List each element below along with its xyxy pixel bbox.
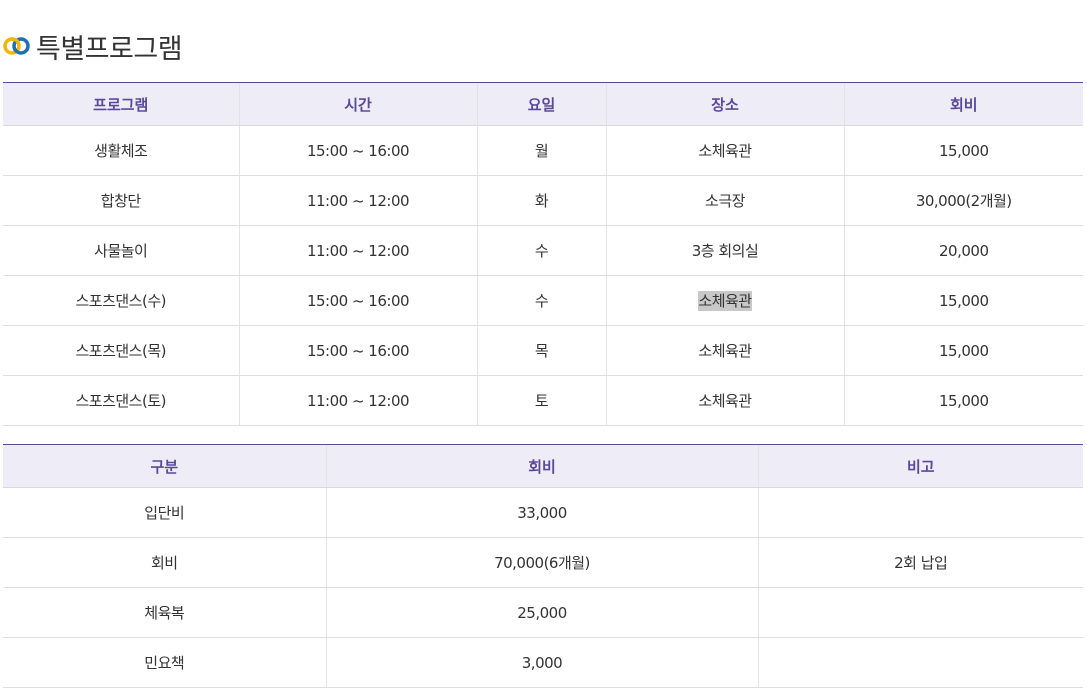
time-cell: 11:00 ~ 12:00 bbox=[238, 175, 477, 226]
fee-breakdown-table: 구분 회비 비고 입단비 33,000 회비 70,000(6개월) 2회 납입… bbox=[3, 444, 1083, 688]
selected-text-highlight: 소체육관 bbox=[698, 291, 752, 311]
table-row: 스포츠댄스(목) 15:00 ~ 16:00 목 소체육관 15,000 bbox=[3, 325, 1083, 376]
note-cell bbox=[757, 637, 1083, 688]
program-cell: 생활체조 bbox=[3, 125, 239, 176]
fee-cell: 25,000 bbox=[325, 587, 758, 638]
table-row: 합창단 11:00 ~ 12:00 화 소극장 30,000(2개월) bbox=[3, 175, 1083, 226]
note-cell bbox=[757, 487, 1083, 538]
table-row: 입단비 33,000 bbox=[3, 487, 1083, 538]
category-cell: 체육복 bbox=[3, 587, 326, 638]
table-row: 스포츠댄스(수) 15:00 ~ 16:00 수 소체육관 15,000 bbox=[3, 275, 1083, 326]
fee-cell: 15,000 bbox=[843, 275, 1083, 326]
time-cell: 11:00 ~ 12:00 bbox=[238, 375, 477, 426]
column-header-category: 구분 bbox=[3, 444, 326, 488]
column-header-day: 요일 bbox=[476, 82, 606, 126]
place-cell: 소체육관 bbox=[605, 325, 844, 376]
fee-cell: 15,000 bbox=[843, 375, 1083, 426]
day-cell: 목 bbox=[476, 325, 606, 376]
category-cell: 입단비 bbox=[3, 487, 326, 538]
time-cell: 15:00 ~ 16:00 bbox=[238, 275, 477, 326]
column-header-fee: 회비 bbox=[843, 82, 1083, 126]
category-cell: 민요책 bbox=[3, 637, 326, 688]
column-header-time: 시간 bbox=[238, 82, 477, 126]
day-cell: 수 bbox=[476, 275, 606, 326]
program-cell: 스포츠댄스(목) bbox=[3, 325, 239, 376]
table-row: 민요책 3,000 bbox=[3, 637, 1083, 688]
time-cell: 11:00 ~ 12:00 bbox=[238, 225, 477, 276]
table-row: 체육복 25,000 bbox=[3, 587, 1083, 638]
day-cell: 수 bbox=[476, 225, 606, 276]
fee-cell: 3,000 bbox=[325, 637, 758, 688]
table-header-row: 구분 회비 비고 bbox=[3, 444, 1083, 488]
category-cell: 회비 bbox=[3, 537, 326, 588]
fee-cell: 33,000 bbox=[325, 487, 758, 538]
table-header-row: 프로그램 시간 요일 장소 회비 bbox=[3, 82, 1083, 126]
fee-cell: 15,000 bbox=[843, 125, 1083, 176]
column-header-place: 장소 bbox=[605, 82, 844, 126]
place-cell: 소체육관 bbox=[605, 375, 844, 426]
day-cell: 월 bbox=[476, 125, 606, 176]
note-cell bbox=[757, 587, 1083, 638]
place-cell: 소체육관 bbox=[605, 125, 844, 176]
table-row: 생활체조 15:00 ~ 16:00 월 소체육관 15,000 bbox=[3, 125, 1083, 176]
table-row: 회비 70,000(6개월) 2회 납입 bbox=[3, 537, 1083, 588]
column-header-program: 프로그램 bbox=[3, 82, 239, 126]
program-cell: 스포츠댄스(토) bbox=[3, 375, 239, 426]
column-header-fee: 회비 bbox=[325, 444, 758, 488]
page-header: 특별프로그램 bbox=[3, 26, 183, 66]
table-row: 스포츠댄스(토) 11:00 ~ 12:00 토 소체육관 15,000 bbox=[3, 375, 1083, 426]
fee-cell: 30,000(2개월) bbox=[843, 175, 1083, 226]
table-row: 사물놀이 11:00 ~ 12:00 수 3층 회의실 20,000 bbox=[3, 225, 1083, 276]
fee-cell: 70,000(6개월) bbox=[325, 537, 758, 588]
page-title: 특별프로그램 bbox=[36, 33, 183, 65]
fee-cell: 20,000 bbox=[843, 225, 1083, 276]
rings-logo-icon bbox=[3, 35, 31, 57]
place-cell: 3층 회의실 bbox=[605, 225, 844, 276]
day-cell: 화 bbox=[476, 175, 606, 226]
fee-cell: 15,000 bbox=[843, 325, 1083, 376]
time-cell: 15:00 ~ 16:00 bbox=[238, 325, 477, 376]
program-cell: 합창단 bbox=[3, 175, 239, 226]
place-cell: 소체육관 bbox=[605, 275, 844, 326]
day-cell: 토 bbox=[476, 375, 606, 426]
time-cell: 15:00 ~ 16:00 bbox=[238, 125, 477, 176]
program-cell: 사물놀이 bbox=[3, 225, 239, 276]
note-cell: 2회 납입 bbox=[757, 537, 1083, 588]
place-cell: 소극장 bbox=[605, 175, 844, 226]
program-schedule-table: 프로그램 시간 요일 장소 회비 생활체조 15:00 ~ 16:00 월 소체… bbox=[3, 82, 1083, 426]
program-cell: 스포츠댄스(수) bbox=[3, 275, 239, 326]
column-header-note: 비고 bbox=[757, 444, 1083, 488]
